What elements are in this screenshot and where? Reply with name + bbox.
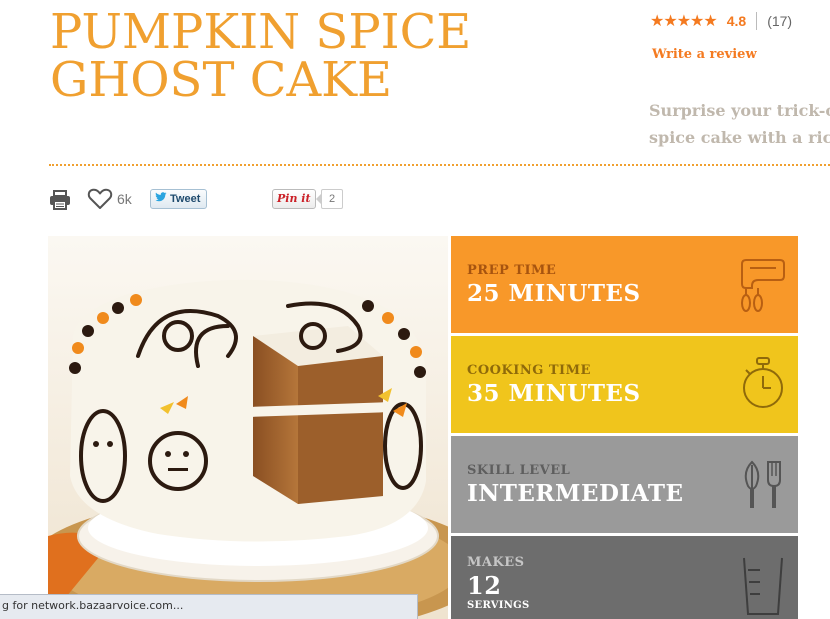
tweet-button[interactable]: Tweet [150, 189, 208, 209]
twitter-bird-icon [155, 190, 167, 208]
timer-icon [740, 356, 786, 416]
cooking-time-value: 35 MINUTES [467, 380, 641, 407]
description-line-1: Surprise your trick-or [649, 101, 830, 120]
recipe-description: Surprise your trick-or spice cake with a… [649, 97, 830, 151]
recipe-title-line-2: GHOST CAKE [50, 52, 392, 108]
rating-summary[interactable]: ★★★★★ 4.8 (17) [650, 11, 792, 31]
cake-illustration [48, 236, 448, 619]
prep-time-value: 25 MINUTES [467, 280, 641, 307]
title-divider [49, 164, 830, 166]
description-line-2: spice cake with a rich [649, 128, 830, 147]
recipe-page: PUMPKIN SPICE GHOST CAKE ★★★★★ 4.8 (17) … [0, 0, 830, 619]
makes-value: 12 [467, 571, 502, 600]
rating-count[interactable]: (17) [767, 13, 792, 29]
recipe-title: PUMPKIN SPICE GHOST CAKE [50, 8, 610, 104]
whisk-spatula-icon [740, 460, 786, 516]
makes-panel: MAKES 12 SERVINGS [451, 536, 798, 619]
rating-value: 4.8 [726, 13, 747, 29]
cooking-time-panel: COOKING TIME 35 MINUTES [451, 336, 798, 433]
mixer-icon [740, 256, 786, 318]
makes-unit: SERVINGS [467, 600, 530, 611]
prep-time-panel: PREP TIME 25 MINUTES [451, 236, 798, 333]
prep-time-label: PREP TIME [467, 263, 557, 278]
recipe-title-line-1: PUMPKIN SPICE [50, 4, 472, 60]
makes-label: MAKES [467, 555, 525, 570]
skill-level-value: INTERMEDIATE [467, 480, 684, 507]
rating-stars: ★★★★★ [650, 13, 718, 30]
rating-separator [756, 12, 758, 30]
skill-level-label: SKILL LEVEL [467, 463, 571, 478]
browser-status-bar: g for network.bazaarvoice.com... [0, 594, 418, 619]
measuring-cup-icon [740, 556, 786, 619]
pin-it-button[interactable]: Pin it [272, 189, 316, 209]
write-review-link[interactable]: Write a review [652, 47, 757, 62]
pin-count: 2 [316, 189, 343, 209]
skill-level-panel: SKILL LEVEL INTERMEDIATE [451, 436, 798, 533]
cooking-time-label: COOKING TIME [467, 363, 591, 378]
heart-icon[interactable] [87, 188, 113, 214]
like-count: 6k [117, 191, 132, 207]
share-bar: 6k Tweet Pin it 2 [49, 186, 379, 212]
recipe-photo [48, 236, 448, 619]
print-icon[interactable] [49, 190, 71, 214]
tweet-button-label: Tweet [170, 193, 201, 205]
